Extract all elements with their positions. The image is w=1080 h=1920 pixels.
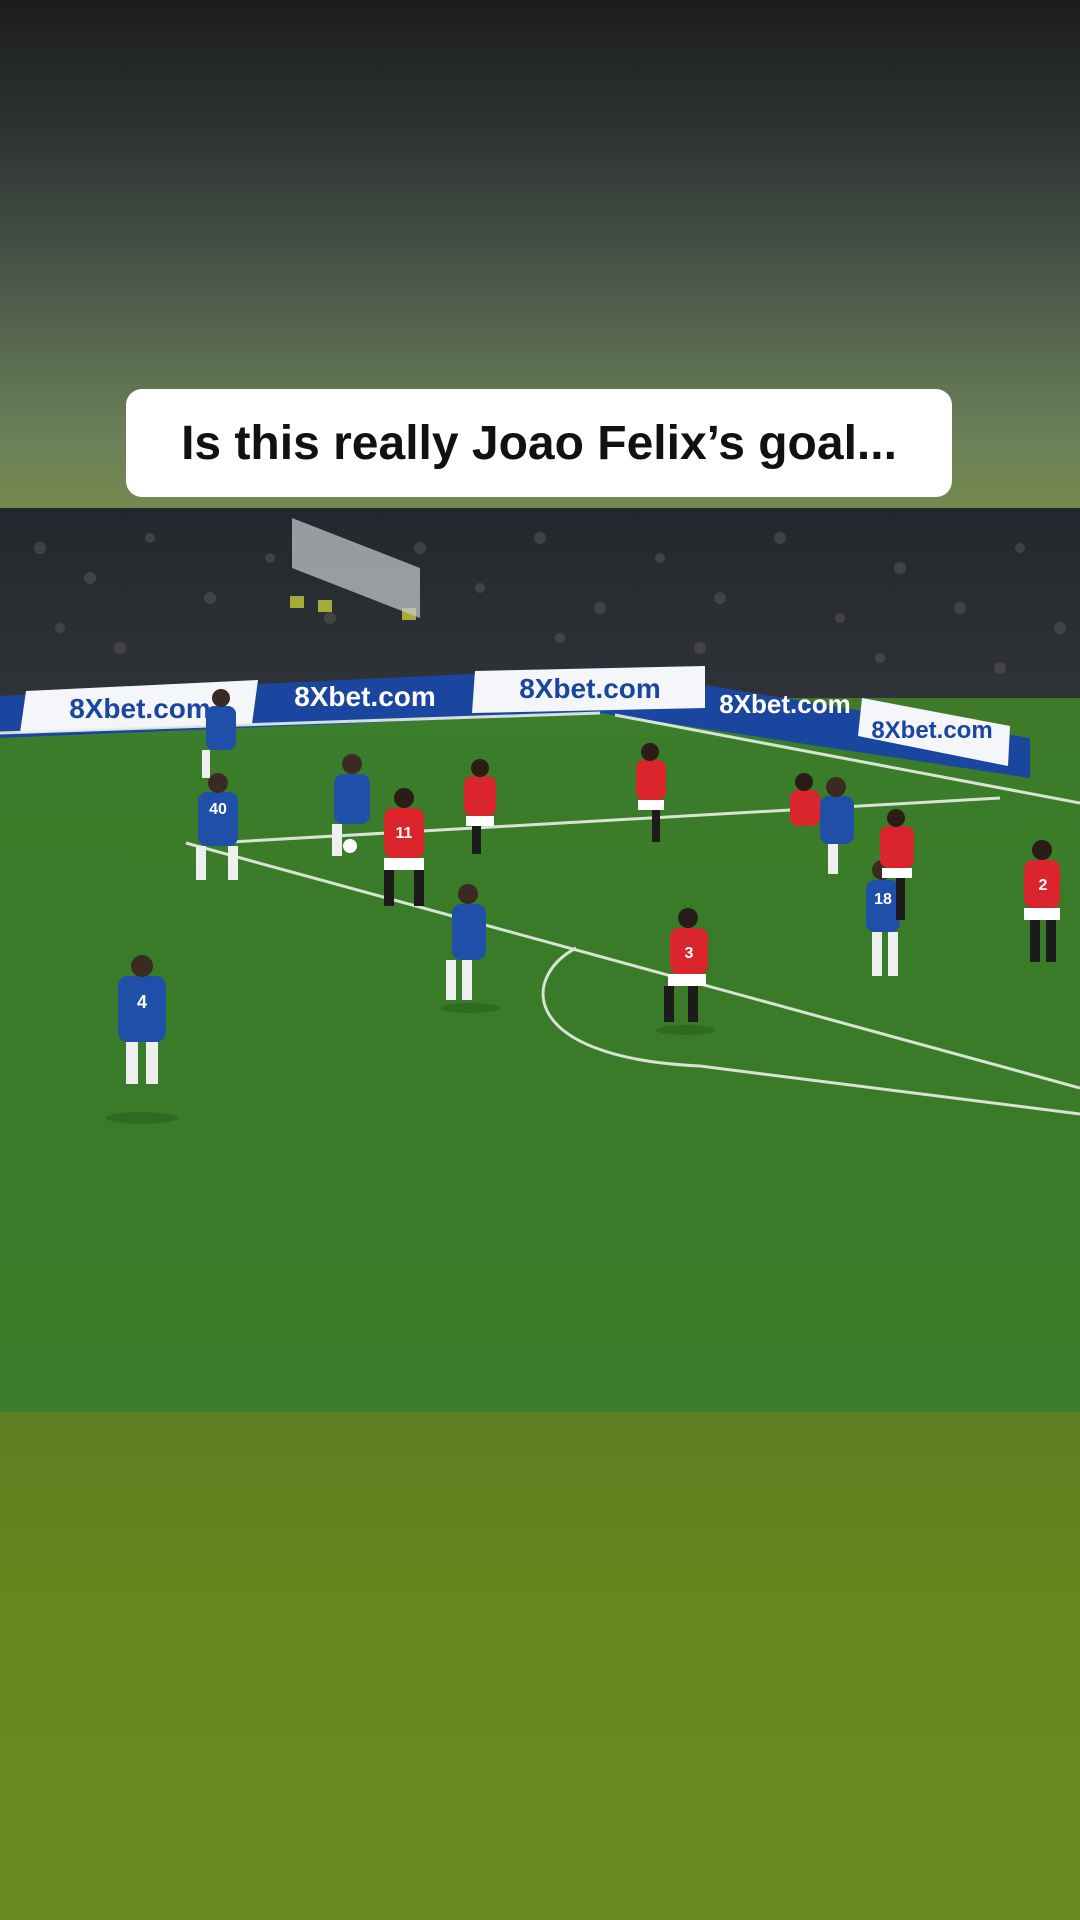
- football-match-scene: 8Xbet.com 8Xbet.com 8Xbet.com 8Xbet.com …: [0, 508, 1080, 1412]
- player-number-11: 11: [396, 825, 413, 842]
- bottom-green-background: [0, 1412, 1080, 1920]
- video-post-screen: Is this really Joao Felix’s goal... 8Xbe…: [0, 0, 1080, 1920]
- board-text-5: 8Xbet.com: [871, 717, 992, 744]
- caption-text: Is this really Joao Felix’s goal...: [181, 416, 897, 470]
- player-number-40: 40: [209, 801, 227, 818]
- player-number-3: 3: [685, 945, 694, 962]
- player-number-4: 4: [137, 992, 147, 1012]
- board-text-4: 8Xbet.com: [719, 689, 851, 719]
- caption-box: Is this really Joao Felix’s goal...: [126, 389, 952, 497]
- board-text-2: 8Xbet.com: [294, 681, 436, 712]
- video-frame[interactable]: 8Xbet.com 8Xbet.com 8Xbet.com 8Xbet.com …: [0, 508, 1080, 1412]
- player-number-18: 18: [874, 891, 892, 908]
- board-text-3: 8Xbet.com: [519, 673, 661, 704]
- board-text-1: 8Xbet.com: [69, 693, 211, 724]
- player-number-2: 2: [1039, 877, 1048, 894]
